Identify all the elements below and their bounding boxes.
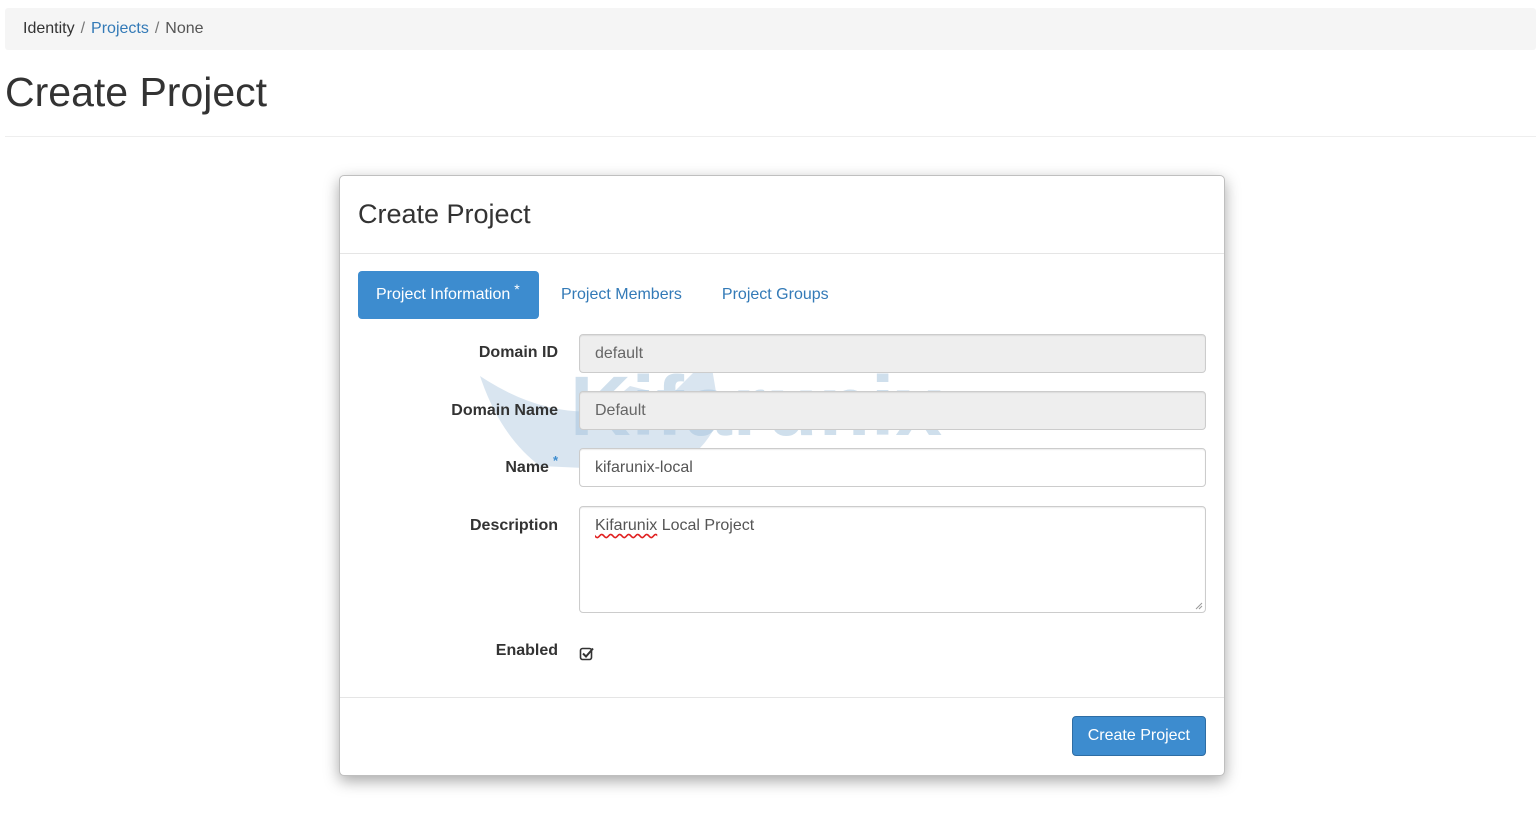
resize-handle-icon[interactable] [1194,601,1203,610]
domain-id-input[interactable] [579,334,1206,373]
page-divider [5,136,1536,137]
domain-name-label: Domain Name [451,402,558,419]
tab-project-information[interactable]: Project Information * [358,271,539,319]
breadcrumb-projects-link[interactable]: Projects [91,20,149,38]
breadcrumb-separator: / [80,20,86,37]
modal-title: Create Project [358,199,531,229]
tab-project-members[interactable]: Project Members [543,271,700,319]
domain-id-label: Domain ID [478,344,558,361]
tab-label: Project Information [376,286,511,303]
create-project-modal: Create Project Kifarunix *NIX TIPS & TUT… [339,175,1225,776]
modal-footer: Create Project [340,697,1224,775]
create-project-button[interactable]: Create Project [1071,716,1206,756]
breadcrumb-current: None [165,20,204,37]
tab-project-groups[interactable]: Project Groups [704,271,847,319]
misspelled-word: Kifarunix [595,517,658,534]
description-text: Local Project [657,517,755,534]
required-star: * [552,453,558,468]
required-star: * [514,281,520,297]
name-label: Name * [505,453,558,477]
enabled-checkbox-checked-icon[interactable] [579,646,595,662]
breadcrumb-separator: / [154,20,160,37]
page-title: Create Project [5,69,268,115]
name-input[interactable] [579,448,1206,487]
breadcrumb-identity: Identity [23,20,75,37]
modal-header: Create Project [340,176,1224,254]
name-label-text: Name [505,459,549,476]
tab-bar: Project Information * Project Members Pr… [358,271,851,319]
tab-label: Project Groups [721,286,829,303]
breadcrumb: Identity / Projects / None [5,8,1536,50]
enabled-label: Enabled [495,642,558,659]
domain-name-input[interactable] [579,391,1206,430]
description-label: Description [469,517,558,534]
description-textarea[interactable]: Kifarunix Local Project [579,506,1206,613]
tab-label: Project Members [561,286,682,303]
